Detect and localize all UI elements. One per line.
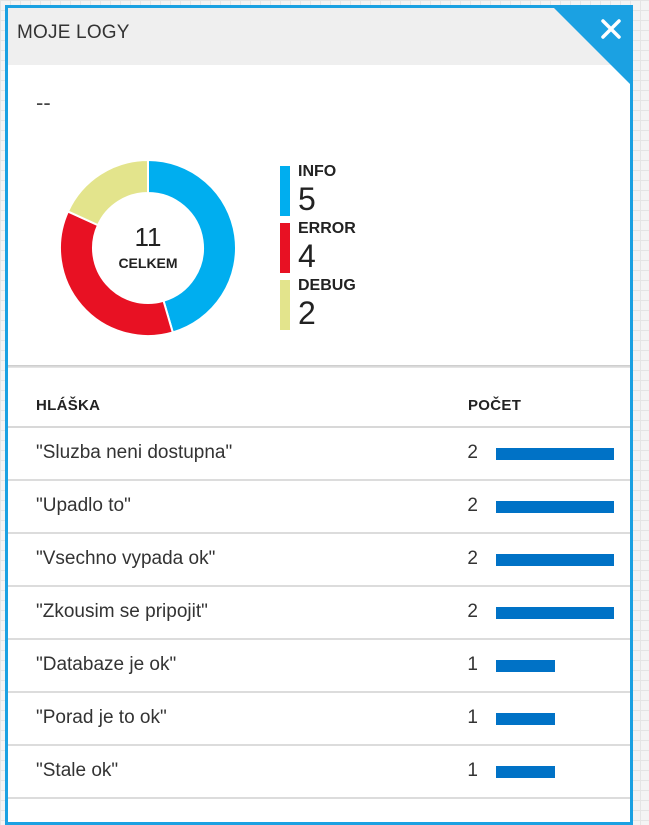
table-row[interactable]: "Sluzba neni dostupna" 2: [8, 428, 630, 481]
row-message: "Vsechno vypada ok": [36, 548, 216, 569]
panel-title: MOJE LOGY: [17, 22, 130, 43]
row-count: 1: [467, 707, 478, 728]
row-count-bar: [496, 766, 555, 778]
close-button[interactable]: [554, 8, 630, 84]
donut-total-label: CELKEM: [118, 255, 178, 271]
row-count-bar: [496, 448, 614, 460]
legend-name: ERROR: [298, 220, 356, 237]
legend-swatch-error: [280, 223, 290, 273]
legend-count: 4: [298, 238, 316, 274]
row-message: "Porad je to ok": [36, 707, 167, 728]
table-row[interactable]: "Databaze je ok" 1: [8, 640, 630, 693]
donut-center: 11 CELKEM: [58, 223, 238, 271]
row-message: "Sluzba neni dostupna": [36, 442, 233, 463]
legend-swatch-debug: [280, 280, 290, 330]
table-row[interactable]: "Vsechno vypada ok" 2: [8, 534, 630, 587]
row-count: 2: [467, 442, 478, 463]
column-header-count[interactable]: POČET: [468, 397, 521, 414]
log-table: "Sluzba neni dostupna" 2 "Upadlo to" 2 "…: [8, 428, 630, 799]
table-row[interactable]: "Upadlo to" 2: [8, 481, 630, 534]
row-message: "Upadlo to": [36, 495, 131, 516]
legend-count: 2: [298, 295, 316, 331]
row-count-bar: [496, 607, 614, 619]
legend-name: INFO: [298, 163, 337, 180]
table-row[interactable]: "Zkousim se pripojit" 2: [8, 587, 630, 640]
donut-chart: 11 CELKEM: [58, 158, 238, 338]
row-message: "Databaze je ok": [36, 654, 177, 675]
legend-name: DEBUG: [298, 277, 356, 294]
row-count: 1: [467, 760, 478, 781]
row-count-bar: [496, 660, 555, 672]
row-count-bar: [496, 554, 614, 566]
logs-panel: MOJE LOGY -- 11 CELKEM INFO 5 ERROR 4 DE…: [5, 5, 633, 825]
donut-slice-debug[interactable]: [66, 158, 149, 227]
legend-swatch-info: [280, 166, 290, 216]
panel-header: MOJE LOGY: [8, 8, 630, 65]
row-count: 2: [467, 548, 478, 569]
row-message: "Stale ok": [36, 760, 119, 781]
row-count: 2: [467, 601, 478, 622]
table-row[interactable]: "Porad je to ok" 1: [8, 693, 630, 746]
row-count-bar: [496, 713, 555, 725]
table-row[interactable]: "Stale ok" 1: [8, 746, 630, 799]
row-count-bar: [496, 501, 614, 513]
section-divider: [8, 365, 630, 368]
row-count: 2: [467, 495, 478, 516]
column-header-message[interactable]: HLÁŠKA: [36, 397, 100, 414]
row-count: 1: [467, 654, 478, 675]
panel-subtitle: --: [36, 90, 51, 115]
close-icon: [601, 19, 621, 39]
donut-total: 11: [134, 222, 162, 252]
legend-count: 5: [298, 181, 316, 217]
row-message: "Zkousim se pripojit": [36, 601, 208, 622]
